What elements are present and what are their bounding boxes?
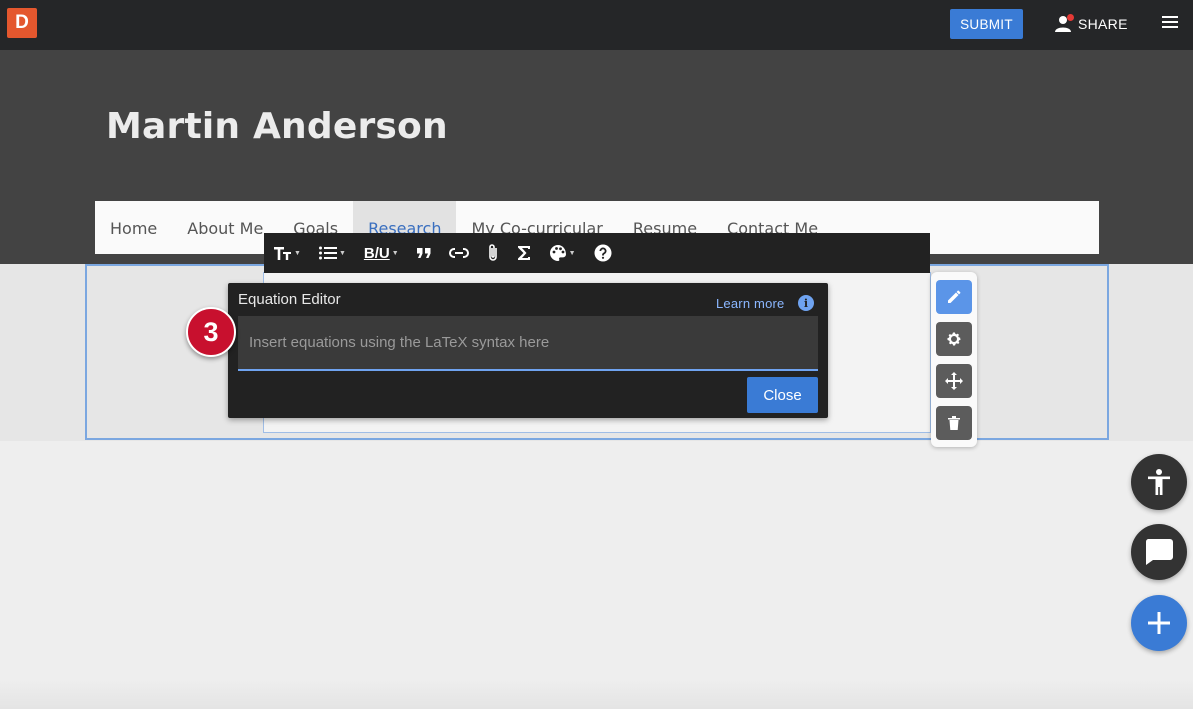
sigma-icon[interactable] <box>517 233 531 273</box>
step-number-badge: 3 <box>186 307 236 357</box>
page-bottom <box>0 680 1193 709</box>
close-button[interactable]: Close <box>747 377 818 413</box>
add-button[interactable] <box>1131 595 1187 651</box>
equation-editor-popup: Equation Editor Learn more i Close <box>228 283 828 418</box>
quote-icon[interactable] <box>416 233 431 273</box>
person-icon <box>1054 14 1074 33</box>
menu-icon[interactable] <box>1162 16 1180 32</box>
learn-more-link[interactable]: Learn more <box>716 296 784 311</box>
latex-equation-input[interactable] <box>238 316 818 371</box>
share-button[interactable]: SHARE <box>1054 12 1128 36</box>
chat-button[interactable] <box>1131 524 1187 580</box>
accessibility-icon <box>1148 469 1170 495</box>
accessibility-button[interactable] <box>1131 454 1187 510</box>
attachment-icon[interactable] <box>487 233 499 273</box>
submit-button[interactable]: SUBMIT <box>950 9 1023 39</box>
nav-item-home[interactable]: Home <box>95 201 172 254</box>
text-size-icon[interactable]: ▼ <box>274 233 301 273</box>
block-tools-panel <box>931 272 977 447</box>
app-logo[interactable]: D <box>7 8 37 38</box>
site-title: Martin Anderson <box>106 106 448 147</box>
text-editor-toolbar: ▼ ▼ B/U ▼ ▼ <box>264 233 930 273</box>
nav-item-about-me[interactable]: About Me <box>172 201 278 254</box>
move-icon[interactable] <box>936 364 972 398</box>
equation-editor-title: Equation Editor <box>238 291 341 308</box>
plus-icon <box>1148 612 1170 634</box>
bold-underline-label: B/U <box>363 244 390 262</box>
share-label: SHARE <box>1078 16 1128 32</box>
link-icon[interactable] <box>448 233 469 273</box>
list-icon[interactable]: ▼ <box>318 233 346 273</box>
pencil-icon[interactable] <box>936 280 972 314</box>
help-icon[interactable] <box>594 233 612 273</box>
chat-icon <box>1145 539 1173 565</box>
gear-icon[interactable] <box>936 322 972 356</box>
bold-underline-icon[interactable]: B/U ▼ <box>364 233 399 273</box>
top-bar: D SUBMIT SHARE <box>0 0 1193 50</box>
palette-icon[interactable]: ▼ <box>549 233 576 273</box>
trash-icon[interactable] <box>936 406 972 440</box>
notification-dot <box>1067 14 1074 21</box>
info-icon[interactable]: i <box>798 295 814 311</box>
